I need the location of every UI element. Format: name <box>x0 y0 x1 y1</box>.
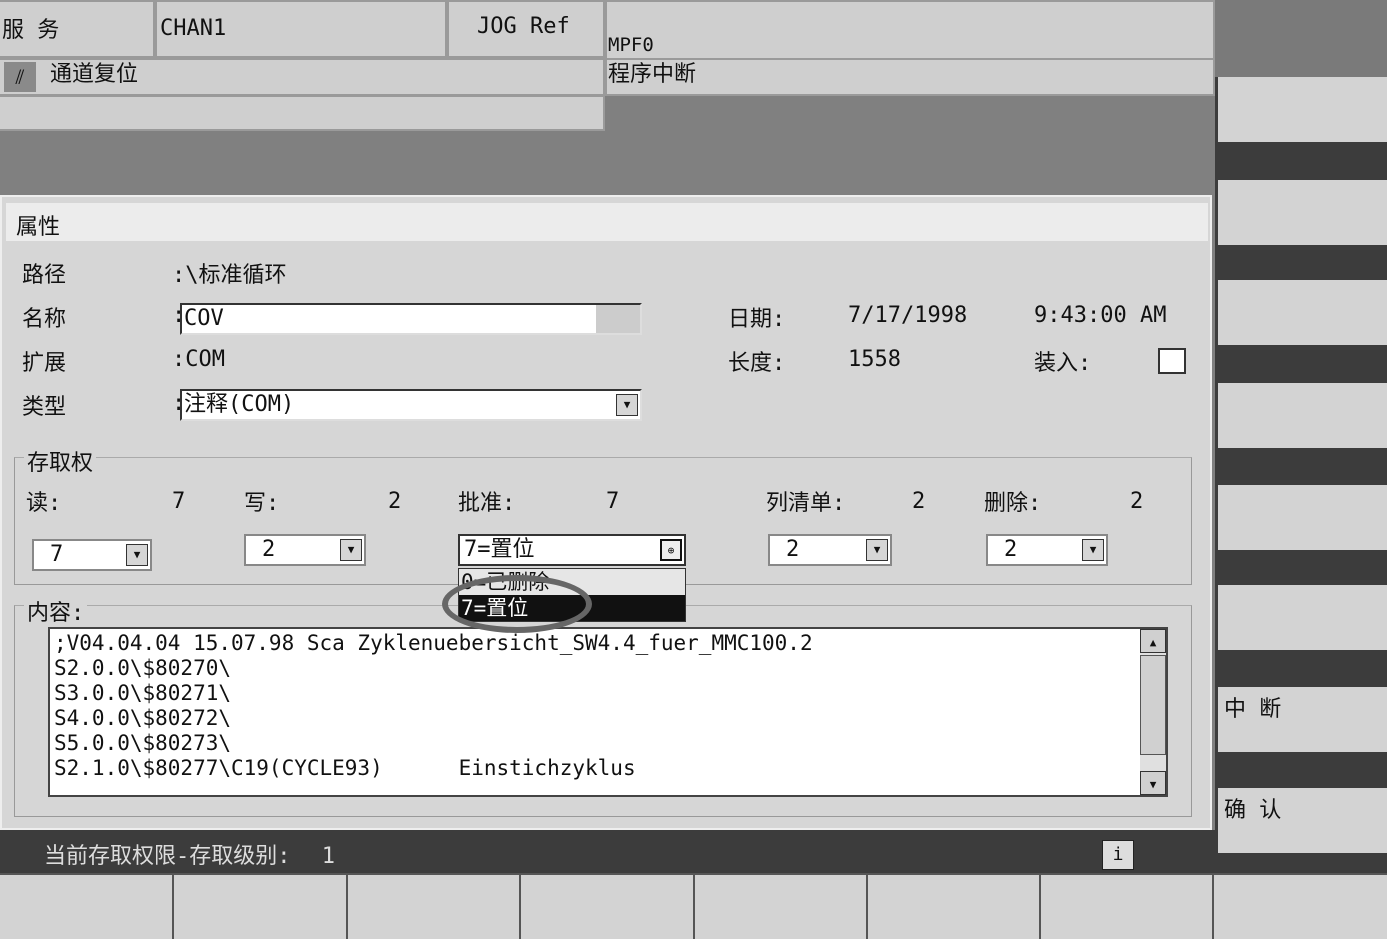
channel-status: 通道复位 <box>50 62 139 87</box>
bottom-softkey-2[interactable] <box>174 875 348 939</box>
highlight-ellipse <box>442 575 592 633</box>
channel-label: CHAN1 <box>160 16 227 41</box>
content-line: S2.1.0\$80277\C19(CYCLE93) Einstichzyklu… <box>54 756 636 780</box>
softkey-1[interactable] <box>1218 77 1387 142</box>
program-status: 程序中断 <box>608 62 697 87</box>
scroll-thumb[interactable] <box>1140 655 1166 755</box>
list-value: 2 <box>912 489 926 514</box>
write-select[interactable]: 2 ▼ <box>244 534 366 566</box>
area-cell: 服 务 <box>0 0 155 58</box>
path-value: :\标准循环 <box>172 263 287 288</box>
program-status-bar: 程序中断 <box>605 58 1215 96</box>
mode-cell: JOG Ref <box>447 0 605 58</box>
bottom-softkey-3[interactable] <box>348 875 521 939</box>
content-line: ;V04.04.04 15.07.98 Sca Zyklenuebersicht… <box>54 631 813 655</box>
list-select[interactable]: 2 ▼ <box>768 534 892 566</box>
softkey-6[interactable] <box>1218 585 1387 650</box>
content-line: S4.0.0\$80272\ <box>54 706 232 730</box>
scroll-down-icon[interactable]: ▼ <box>1140 771 1166 795</box>
approve-value: 7 <box>606 489 620 514</box>
approve-label: 批准: <box>458 491 516 516</box>
info-icon[interactable]: i <box>1102 840 1134 870</box>
length-label: 长度: <box>728 351 786 376</box>
read-select[interactable]: 7 ▼ <box>32 539 152 571</box>
type-value: 注释(COM) <box>184 392 295 417</box>
bottom-softkey-4[interactable] <box>521 875 695 939</box>
status-text: 当前存取权限-存取级别: <box>44 844 291 869</box>
panel-title: 属性 <box>16 215 61 240</box>
softkey-confirm[interactable]: 确 认 <box>1218 788 1387 853</box>
message-bar <box>0 95 605 131</box>
properties-panel: 属性 路径 :\标准循环 名称 : COV 扩展 :COM 类型 : 注释(CO… <box>0 195 1212 830</box>
program-cell: MPF0 <box>605 0 1215 60</box>
softkey-5[interactable] <box>1218 485 1387 550</box>
area-label: 服 务 <box>2 18 60 43</box>
list-select-value: 2 <box>786 537 800 562</box>
chevron-down-icon[interactable]: ▼ <box>616 394 638 416</box>
softkey-interrupt[interactable]: 中 断 <box>1218 687 1387 752</box>
channel-status-bar: 通道复位 <box>0 58 605 96</box>
type-select[interactable]: 注释(COM) ▼ <box>180 389 642 421</box>
delete-value: 2 <box>1130 489 1144 514</box>
delete-select[interactable]: 2 ▼ <box>986 534 1108 566</box>
load-label: 装入: <box>1034 351 1092 376</box>
read-label: 读: <box>26 491 62 516</box>
write-select-value: 2 <box>262 537 276 562</box>
chevron-down-icon[interactable]: ▼ <box>126 544 148 566</box>
approve-select-value: 7=置位 <box>464 537 535 562</box>
length-value: 1558 <box>848 347 901 372</box>
type-label: 类型 <box>22 395 67 420</box>
ext-label: 扩展 <box>22 351 67 376</box>
name-label: 名称 <box>22 307 67 332</box>
approve-select[interactable]: 7=置位 ⊕ <box>458 534 686 566</box>
chevron-down-icon[interactable]: ▼ <box>1082 539 1104 561</box>
date-value: 7/17/1998 <box>848 303 968 328</box>
list-label: 列清单: <box>766 491 846 516</box>
time-value: 9:43:00 AM <box>1034 303 1167 328</box>
program-label: MPF0 <box>608 34 654 56</box>
status-bar: 当前存取权限-存取级别: 1 <box>0 830 1215 875</box>
name-input[interactable]: COV <box>180 303 642 335</box>
load-checkbox[interactable] <box>1158 348 1186 374</box>
content-title: 内容: <box>24 595 88 627</box>
delete-label: 删除: <box>984 491 1042 516</box>
content-line: S2.0.0\$80270\ <box>54 656 232 680</box>
bottom-softkey-8[interactable] <box>1214 875 1387 939</box>
write-label: 写: <box>244 491 280 516</box>
content-line: S5.0.0\$80273\ <box>54 731 232 755</box>
status-level: 1 <box>321 844 335 869</box>
bottom-softkey-6[interactable] <box>868 875 1041 939</box>
access-title: 存取权 <box>24 445 97 477</box>
chevron-down-icon[interactable]: ▼ <box>340 539 362 561</box>
scroll-up-icon[interactable]: ▲ <box>1140 629 1166 653</box>
write-value: 2 <box>388 489 402 514</box>
read-select-value: 7 <box>50 542 64 567</box>
content-line: S3.0.0\$80271\ <box>54 681 232 705</box>
channel-cell: CHAN1 <box>155 0 447 58</box>
bottom-softkey-7[interactable] <box>1041 875 1214 939</box>
softkey-4[interactable] <box>1218 383 1387 448</box>
name-value: COV <box>184 306 224 331</box>
chevron-down-icon[interactable]: ▼ <box>866 539 888 561</box>
delete-select-value: 2 <box>1004 537 1018 562</box>
date-label: 日期: <box>728 307 786 332</box>
spin-arrow-icon[interactable]: ⊕ <box>660 539 682 561</box>
panel-title-bar: 属性 <box>6 203 1208 241</box>
reset-icon: ⫽ <box>4 62 36 92</box>
read-value: 7 <box>172 489 186 514</box>
ext-value: :COM <box>172 347 225 372</box>
vertical-scrollbar[interactable]: ▲ ▼ <box>1140 629 1166 795</box>
content-textarea[interactable]: ;V04.04.04 15.07.98 Sca Zyklenuebersicht… <box>48 627 1168 797</box>
mode-label: JOG Ref <box>477 14 570 39</box>
bottom-softkey-5[interactable] <box>695 875 868 939</box>
softkey-3[interactable] <box>1218 280 1387 345</box>
bottom-softkey-1[interactable] <box>0 875 174 939</box>
softkey-2[interactable] <box>1218 180 1387 245</box>
path-label: 路径 <box>22 263 67 288</box>
